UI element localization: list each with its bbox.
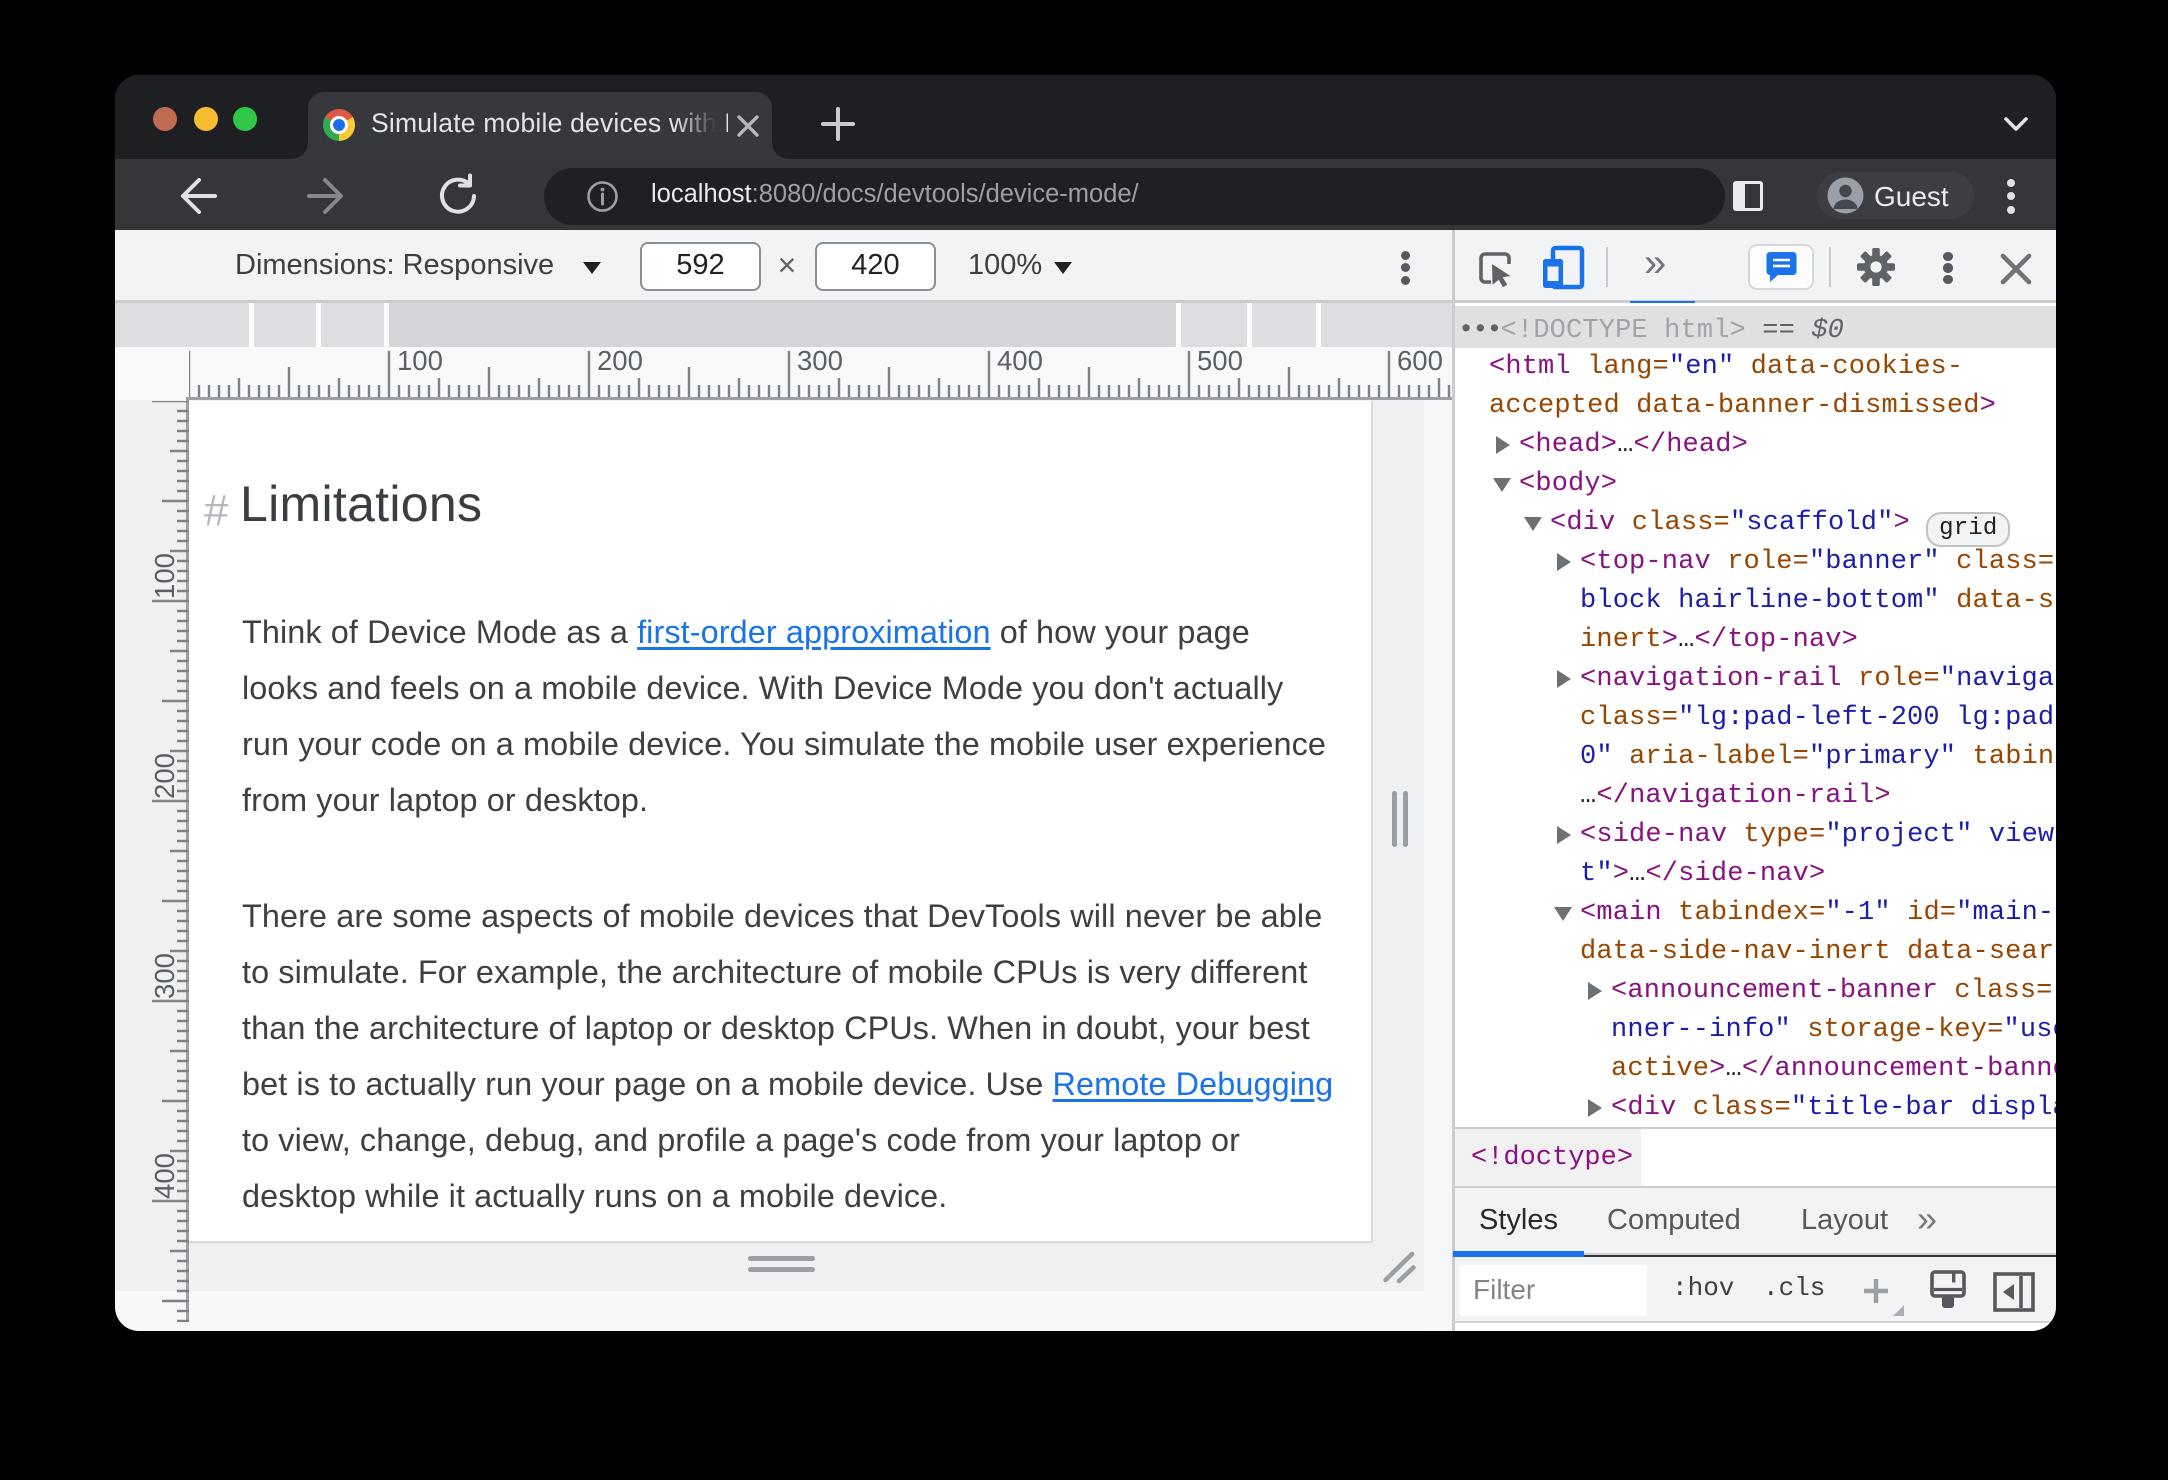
svg-text:300: 300: [797, 347, 843, 376]
svg-text:500: 500: [1197, 347, 1243, 376]
svg-text:600: 600: [1397, 347, 1443, 376]
svg-text:100: 100: [397, 347, 443, 376]
svg-text:400: 400: [997, 347, 1043, 376]
svg-text:200: 200: [597, 347, 643, 376]
